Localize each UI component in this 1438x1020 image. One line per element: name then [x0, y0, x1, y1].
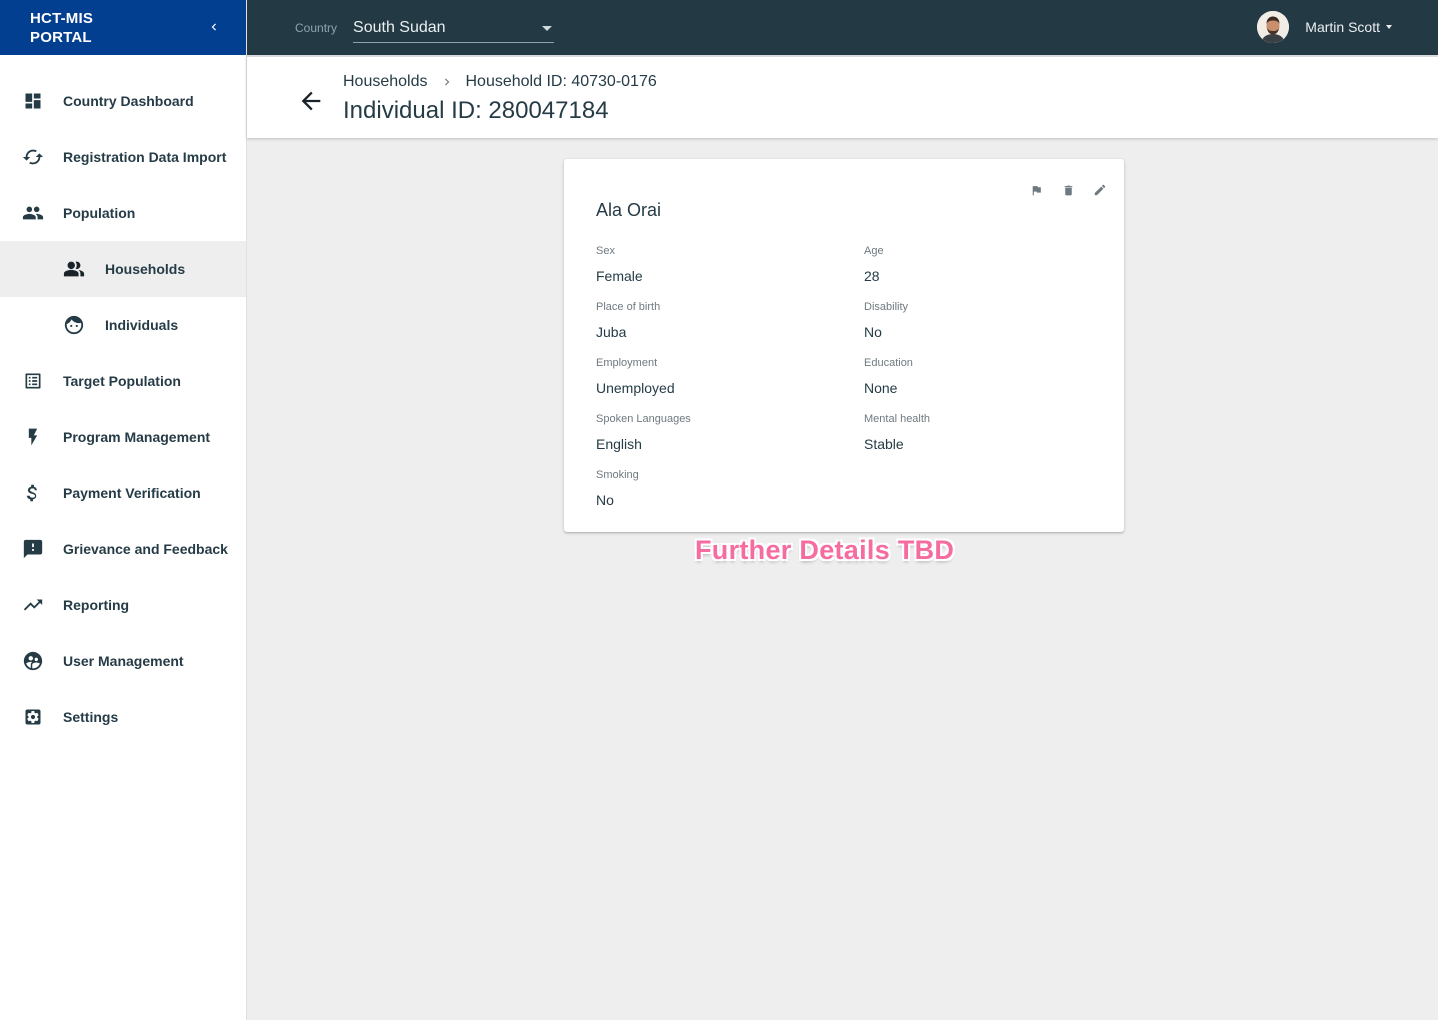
sidebar-item-label: Reporting: [63, 597, 130, 613]
page-title: Individual ID: 280047184: [343, 97, 609, 124]
top-bar: Country South Sudan Martin Scott: [247, 0, 1438, 55]
sidebar-item-label: Households: [105, 261, 186, 277]
field-value: None: [864, 380, 898, 396]
sync-icon: [22, 146, 44, 168]
sidebar-item-settings[interactable]: Settings: [0, 689, 246, 745]
pencil-icon: [1094, 184, 1106, 196]
sidebar-item-label: Population: [63, 205, 136, 221]
sidebar-item-label: Target Population: [63, 373, 181, 389]
chevron-right-icon: [440, 75, 454, 89]
field-employment: Employment Unemployed: [596, 357, 675, 396]
caret-down-icon: [542, 25, 553, 31]
user-menu[interactable]: Martin Scott: [1257, 11, 1392, 43]
sidebar-item-label: Program Management: [63, 429, 211, 445]
field-value: Juba: [596, 324, 627, 340]
arrow-back-icon: [301, 91, 321, 111]
field-disability: Disability No: [864, 301, 908, 340]
sidebar-item-country-dashboard[interactable]: Country Dashboard: [0, 73, 246, 129]
field-place-of-birth: Place of birth Juba: [596, 301, 660, 340]
field-value: No: [596, 492, 614, 508]
breadcrumb-household-id[interactable]: Household ID: 40730-0176: [466, 73, 657, 91]
flash-icon: [22, 426, 44, 448]
country-label: Country: [295, 20, 338, 35]
supervised-user-icon: [22, 650, 44, 672]
field-label: Age: [864, 245, 884, 257]
field-label: Smoking: [596, 469, 639, 481]
sidebar-collapse-button[interactable]: [204, 17, 224, 37]
individual-details-card: Ala Orai Sex Female Age 28 Place of birt…: [564, 159, 1124, 532]
dollar-icon: [22, 482, 44, 504]
card-actions: [1028, 182, 1108, 198]
field-education: Education None: [864, 357, 913, 396]
trash-icon: [1064, 185, 1072, 195]
page-header: Households Household ID: 40730-0176 Indi…: [247, 55, 1438, 138]
field-label: Sex: [596, 245, 615, 257]
brand-title: HCT-MIS PORTAL: [30, 9, 94, 46]
country-select[interactable]: South Sudan: [353, 13, 555, 43]
breadcrumb-households[interactable]: Households: [343, 73, 428, 91]
field-value: 28: [864, 268, 880, 284]
brand-header: HCT-MIS PORTAL: [0, 0, 246, 55]
sidebar-item-label: Individuals: [105, 317, 179, 333]
field-value: No: [864, 324, 882, 340]
sidebar-item-user-management[interactable]: User Management: [0, 633, 246, 689]
field-value: Unemployed: [596, 380, 675, 396]
field-age: Age 28: [864, 245, 884, 284]
sidebar-item-population[interactable]: Population: [0, 185, 246, 241]
field-value: English: [596, 436, 642, 452]
sidebar-item-label: User Management: [63, 653, 184, 669]
sidebar-item-households[interactable]: Households: [0, 241, 246, 297]
people-icon: [22, 202, 44, 224]
field-spoken-languages: Spoken Languages English: [596, 413, 691, 452]
individual-name: Ala Orai: [596, 200, 662, 220]
field-smoking: Smoking No: [596, 469, 639, 508]
back-button[interactable]: [297, 87, 325, 115]
people-icon: [63, 258, 85, 280]
sidebar-item-individuals[interactable]: Individuals: [0, 297, 246, 353]
field-label: Disability: [864, 301, 909, 313]
sidebar-item-target-population[interactable]: Target Population: [0, 353, 246, 409]
sidebar-item-label: Country Dashboard: [63, 93, 194, 109]
caret-down-icon: [1386, 25, 1392, 29]
further-details-annotation: Further Details TBD: [695, 535, 955, 565]
country-select-value: South Sudan: [353, 19, 446, 36]
chevron-left-icon: [211, 23, 216, 31]
field-mental-health: Mental health Stable: [864, 413, 930, 452]
sidebar-item-label: Registration Data Import: [63, 149, 227, 165]
edit-button[interactable]: [1092, 182, 1108, 198]
sidebar-nav: Country Dashboard Registration Data Impo…: [0, 55, 246, 745]
sidebar-item-label: Settings: [63, 709, 119, 725]
sidebar-item-label: Payment Verification: [63, 485, 201, 501]
field-value: Stable: [864, 436, 904, 452]
field-label: Employment: [596, 357, 658, 369]
feedback-icon: [22, 538, 44, 560]
field-label: Education: [864, 357, 913, 369]
sidebar-item-registration-data-import[interactable]: Registration Data Import: [0, 129, 246, 185]
user-name: Martin Scott: [1305, 19, 1380, 35]
trending-up-icon: [22, 594, 44, 616]
face-icon: [63, 314, 85, 336]
dashboard-icon: [22, 90, 44, 112]
delete-button[interactable]: [1060, 182, 1076, 198]
field-label: Spoken Languages: [596, 413, 691, 425]
sidebar-item-program-management[interactable]: Program Management: [0, 409, 246, 465]
field-label: Place of birth: [596, 301, 661, 313]
sidebar-item-payment-verification[interactable]: Payment Verification: [0, 465, 246, 521]
breadcrumb: Households Household ID: 40730-0176: [343, 73, 657, 91]
list-icon: [22, 370, 44, 392]
field-label: Mental health: [864, 413, 931, 425]
settings-icon: [22, 706, 44, 728]
field-value: Female: [596, 268, 643, 284]
sidebar-item-reporting[interactable]: Reporting: [0, 577, 246, 633]
flag-icon: [1032, 185, 1041, 195]
sidebar-item-label: Grievance and Feedback: [63, 541, 228, 557]
field-sex: Sex Female: [596, 245, 643, 284]
sidebar-item-grievance-and-feedback[interactable]: Grievance and Feedback: [0, 521, 246, 577]
sidebar: HCT-MIS PORTAL Country Dashboard Registr…: [0, 0, 247, 1020]
avatar: [1257, 11, 1290, 43]
flag-button[interactable]: [1028, 182, 1044, 198]
